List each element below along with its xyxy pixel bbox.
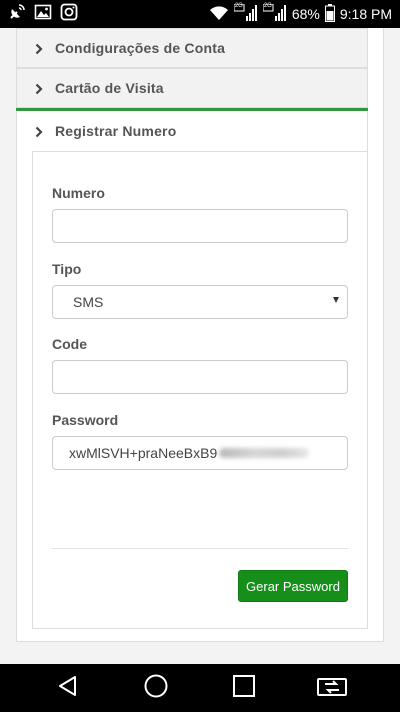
accordion-label: Condigurações de Conta (55, 40, 226, 56)
password-label: Password (52, 412, 119, 428)
tipo-selected-value: SMS (73, 294, 104, 310)
back-button[interactable] (38, 664, 98, 712)
home-icon (143, 673, 169, 704)
code-label: Code (52, 336, 87, 352)
chevron-right-icon (35, 125, 43, 138)
password-input[interactable]: xwMlSVH+praNeeBxB9 (52, 436, 348, 470)
dropdown-caret-icon (333, 297, 339, 303)
accordion-label: Cartão de Visita (55, 80, 164, 96)
password-value: xwMlSVH+praNeeBxB9 (69, 445, 218, 461)
satellite-dish-icon (8, 3, 26, 26)
generate-password-button[interactable]: Gerar Password (238, 570, 348, 602)
navigation-bar (0, 664, 400, 712)
numero-input[interactable] (52, 209, 348, 243)
clock: 9:18 PM (339, 6, 392, 22)
chevron-right-icon (35, 42, 43, 55)
tipo-select[interactable]: SMS (52, 285, 348, 319)
signal-icon: 2G (233, 2, 258, 25)
accordion-item-account-settings[interactable]: Condigurações de Conta (16, 28, 368, 68)
accordion-label: Registrar Numero (55, 123, 177, 139)
battery-percent: 68% (291, 6, 320, 22)
accordion-item-business-card[interactable]: Cartão de Visita (16, 68, 368, 108)
recents-button[interactable] (214, 664, 274, 712)
network-label: 2G (234, 2, 243, 9)
recents-icon (232, 674, 256, 703)
tipo-label: Tipo (52, 261, 82, 277)
numero-label: Numero (52, 185, 105, 201)
chevron-right-icon (35, 82, 43, 95)
wifi-icon (209, 5, 229, 24)
password-redaction (219, 448, 310, 458)
page: Condigurações de Conta Cartão de Visita … (0, 28, 400, 664)
back-icon (56, 674, 80, 703)
signal-icon: 2G (262, 2, 287, 25)
gallery-icon (34, 3, 52, 26)
home-button[interactable] (126, 664, 186, 712)
form-divider (52, 548, 348, 549)
accordion-item-register-number[interactable]: Registrar Numero (16, 111, 368, 151)
battery-icon (324, 3, 335, 25)
screen-mirror-button[interactable] (302, 664, 362, 712)
code-input[interactable] (52, 360, 348, 394)
instagram-icon (60, 3, 78, 26)
network-label: 2G (263, 2, 272, 9)
screen-mirror-icon (316, 674, 348, 703)
status-bar: 2G 2G 68% 9:18 PM (0, 0, 400, 28)
